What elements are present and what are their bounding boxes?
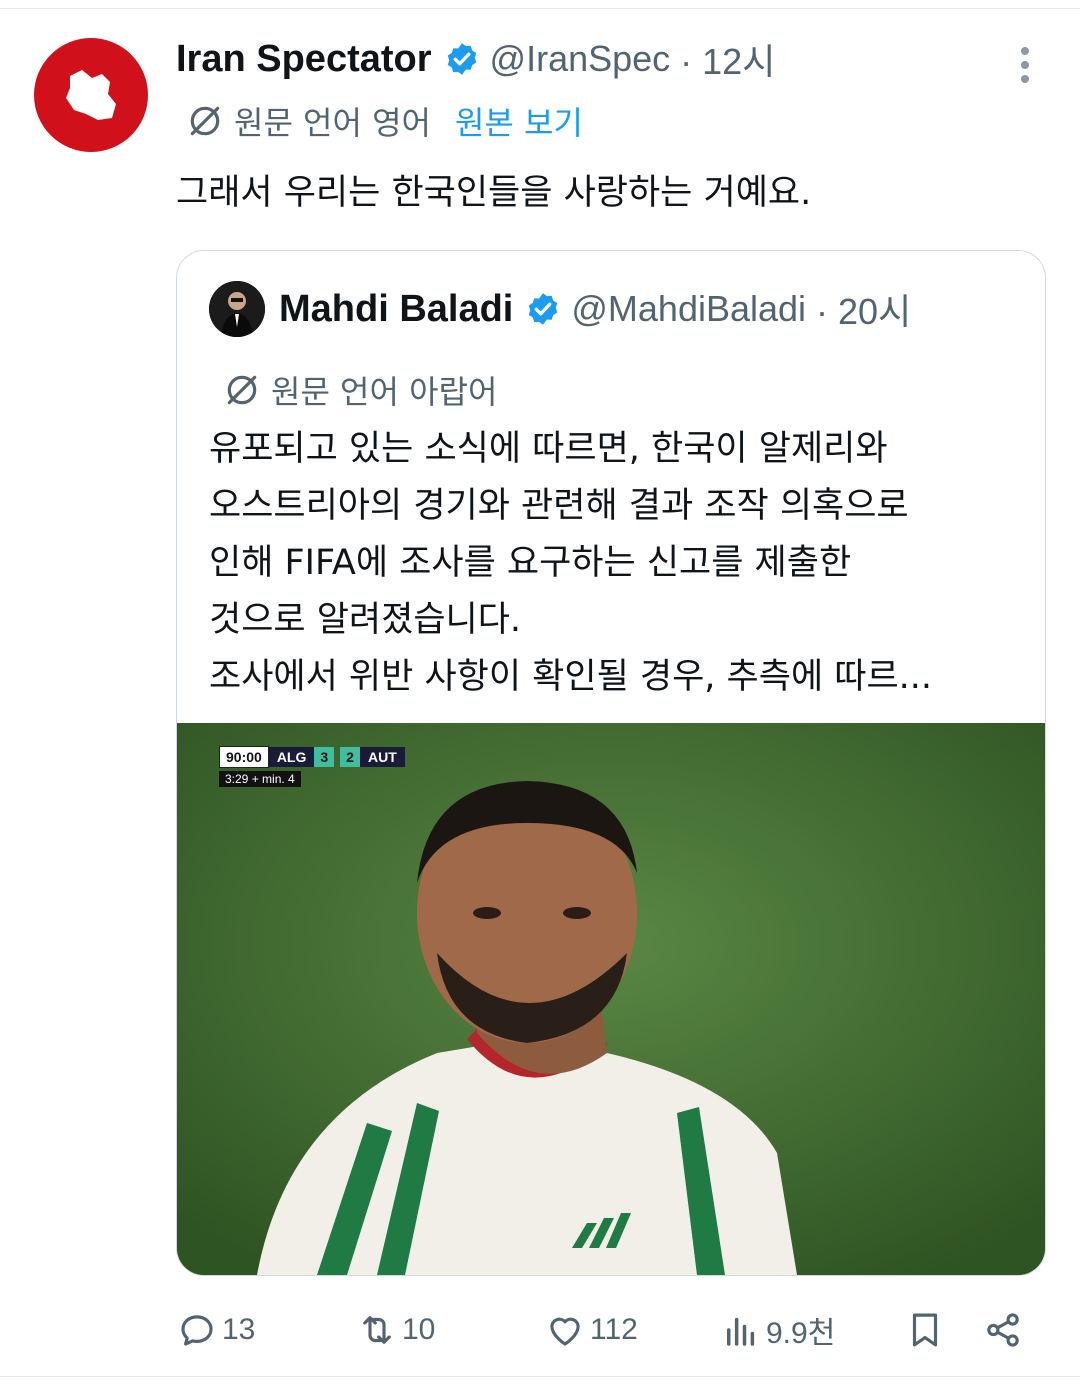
quoted-translation-language: 원문 언어 아랍어	[271, 373, 498, 411]
added-time: 3:29 + min. 4	[219, 771, 301, 787]
views-count: 9.9천	[766, 1317, 836, 1350]
author-handle[interactable]: @IranSpec	[490, 38, 671, 80]
reply-button[interactable]: 13	[176, 1302, 255, 1358]
reply-icon	[181, 1315, 213, 1346]
away-team: AUT	[359, 747, 405, 767]
author-avatar[interactable]	[34, 38, 148, 152]
home-score: 3	[314, 747, 335, 767]
more-dots-icon[interactable]	[1010, 42, 1040, 83]
match-clock: 90:00	[219, 746, 269, 768]
quoted-text-line: 인해 FIFA에 조사를 요구하는 신고를 제출한	[209, 543, 852, 583]
bottom-divider	[0, 1376, 1080, 1377]
views-button[interactable]: 9.9천	[720, 1302, 835, 1358]
bookmark-icon	[912, 1313, 938, 1347]
scoreboard: 90:00 ALG 3 2 AUT	[219, 745, 405, 769]
translation-info: 원문 언어 영어 원본 보기	[186, 98, 583, 144]
person-silhouette	[209, 281, 265, 337]
bookmark-button[interactable]	[904, 1302, 946, 1358]
quoted-tweet-text: 유포되고 있는 소식에 따르면, 한국이 알제리와 오스트리아의 경기와 관련해…	[209, 421, 1029, 706]
translation-language: 원문 언어 영어	[234, 104, 431, 142]
share-icon	[987, 1313, 1019, 1347]
like-count: 112	[590, 1313, 638, 1346]
quoted-text-line: 것으로 알려졌습니다.	[209, 600, 522, 640]
retweet-button[interactable]: 10	[356, 1302, 435, 1358]
top-divider	[0, 8, 1080, 9]
quoted-text-line: 유포되고 있는 소식에 따르면, 한국이 알제리와	[209, 429, 888, 469]
tweet-text: 그래서 우리는 한국인들을 사랑하는 거예요.	[176, 173, 812, 213]
quoted-translation-info: 원문 언어 아랍어	[223, 367, 497, 413]
quoted-text-line: 오스트리아의 경기와 관련해 결과 조작 의혹으로	[209, 486, 909, 526]
like-icon	[550, 1317, 580, 1346]
share-button[interactable]	[982, 1302, 1024, 1358]
views-icon	[727, 1317, 755, 1346]
like-button[interactable]: 112	[544, 1302, 638, 1358]
author-name[interactable]: Iran Spectator	[176, 38, 432, 81]
reply-count: 13	[222, 1313, 256, 1346]
away-score: 2	[340, 747, 360, 767]
home-team: ALG	[268, 747, 315, 767]
football-player-photo	[177, 723, 1045, 1275]
quoted-author-avatar[interactable]	[209, 281, 265, 337]
quoted-author-handle[interactable]: @MahdiBaladi	[571, 288, 806, 330]
tweet-time[interactable]: · 12시	[680, 33, 775, 85]
verified-badge-icon	[529, 293, 558, 325]
retweet-count: 10	[402, 1313, 436, 1346]
quoted-tweet-photo[interactable]: 90:00 ALG 3 2 AUT 3:29 + min. 4	[177, 723, 1045, 1275]
show-original-link[interactable]: 원본 보기	[455, 98, 583, 144]
retweet-icon	[363, 1316, 391, 1344]
translate-icon	[190, 106, 220, 136]
verified-badge-icon	[447, 43, 476, 75]
quoted-tweet-time[interactable]: · 20시	[816, 283, 911, 335]
translate-icon	[227, 375, 257, 405]
quoted-tweet-header: Mahdi Baladi @MahdiBaladi · 20시	[209, 281, 911, 337]
tweet-action-bar: 13 10 112 9.9천	[0, 1302, 1080, 1358]
iran-map-logo	[66, 70, 116, 120]
quoted-text-line: 조사에서 위반 사항이 확인될 경우, 추측에 따르...	[209, 657, 933, 697]
quoted-author-name[interactable]: Mahdi Baladi	[279, 288, 513, 331]
quoted-tweet-card[interactable]: Mahdi Baladi @MahdiBaladi · 20시 원문 언어 아랍…	[176, 250, 1046, 1276]
tweet-header: Iran Spectator @IranSpec · 12시	[176, 34, 775, 84]
